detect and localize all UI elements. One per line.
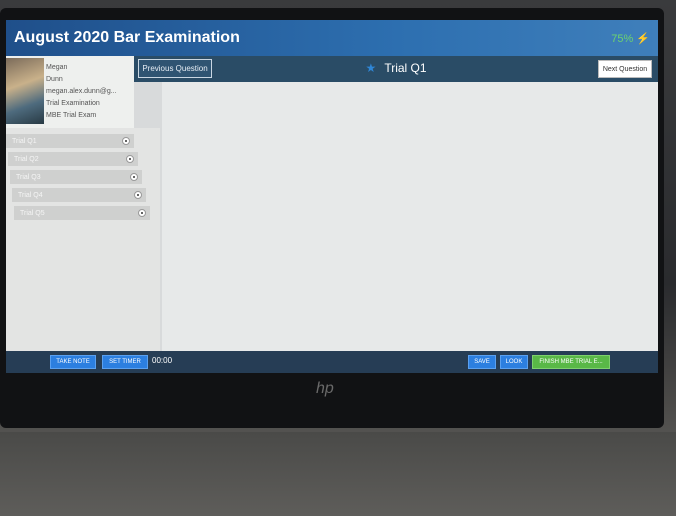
radio-icon[interactable] <box>122 137 130 145</box>
set-timer-button[interactable]: SET TIMER <box>102 355 148 369</box>
question-list-label: Trial Q4 <box>18 191 43 199</box>
question-list-item[interactable]: Trial Q5 <box>14 206 150 220</box>
question-title: ★ Trial Q1 <box>134 61 658 75</box>
question-list: Trial Q1 Trial Q2 Trial Q3 Trial Q4 Tria… <box>6 128 160 373</box>
battery-icon: ⚡ <box>636 33 650 45</box>
question-list-label: Trial Q3 <box>16 173 41 181</box>
question-title-text: Trial Q1 <box>384 61 427 75</box>
exam-screen: August 2020 Bar Examination 75% ⚡ Megan … <box>6 20 658 373</box>
save-button[interactable]: SAVE <box>468 355 496 369</box>
look-button[interactable]: LOOK <box>500 355 528 369</box>
question-list-item[interactable]: Trial Q2 <box>8 152 138 166</box>
laptop-keyboard <box>0 432 676 516</box>
radio-icon[interactable] <box>134 191 142 199</box>
radio-icon[interactable] <box>138 209 146 217</box>
profile-last-name: Dunn <box>46 76 63 83</box>
next-question-button[interactable]: Next Question <box>598 60 652 78</box>
question-list-item[interactable]: Trial Q3 <box>10 170 142 184</box>
hp-logo: hp <box>316 380 334 397</box>
finish-exam-button[interactable]: FINISH MBE TRIAL E... <box>532 355 610 369</box>
profile-email: megan.alex.dunn@g... <box>46 88 117 95</box>
question-list-label: Trial Q1 <box>12 137 37 145</box>
take-note-button[interactable]: TAKE NOTE <box>50 355 96 369</box>
profile-exam: Trial Examination <box>46 100 100 107</box>
profile-first-name: Megan <box>46 64 68 71</box>
battery-indicator: 75% ⚡ <box>611 32 650 45</box>
timer-display: 00:00 <box>152 356 173 365</box>
profile-exam-type: MBE Trial Exam <box>46 112 97 119</box>
app-title: August 2020 Bar Examination <box>14 29 240 46</box>
user-profile: Megan Dunn megan.alex.dunn@g... Trial Ex… <box>6 56 134 128</box>
question-list-item[interactable]: Trial Q1 <box>6 134 134 148</box>
question-content <box>162 82 658 362</box>
radio-icon[interactable] <box>130 173 138 181</box>
question-list-item[interactable]: Trial Q4 <box>12 188 146 202</box>
avatar <box>6 58 44 124</box>
battery-percent: 75% <box>611 33 634 45</box>
title-bar: August 2020 Bar Examination 75% ⚡ <box>6 20 658 56</box>
radio-icon[interactable] <box>126 155 134 163</box>
bottom-toolbar: TAKE NOTE SET TIMER 00:00 SAVE LOOK FINI… <box>6 351 658 373</box>
question-list-label: Trial Q2 <box>14 155 39 163</box>
question-bar: Previous Question ★ Trial Q1 Next Questi… <box>134 56 658 82</box>
question-list-label: Trial Q5 <box>20 209 45 217</box>
star-icon[interactable]: ★ <box>365 61 376 75</box>
